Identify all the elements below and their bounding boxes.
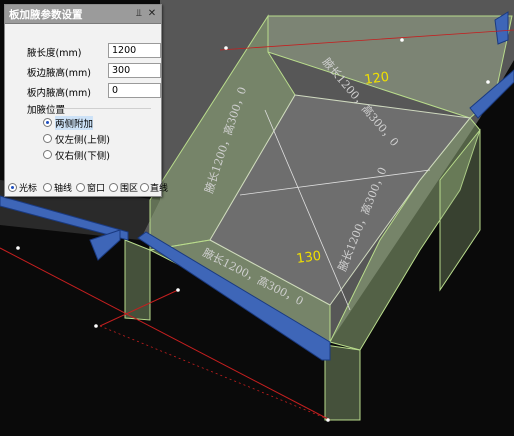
mode-radio-cursor[interactable] bbox=[8, 183, 17, 192]
axis-node bbox=[326, 418, 330, 422]
axis-node bbox=[486, 80, 490, 84]
radio-both-sides-label[interactable]: 两侧附加 bbox=[55, 116, 94, 130]
radio-right-side[interactable] bbox=[43, 150, 52, 159]
radio-both-sides[interactable] bbox=[43, 118, 52, 127]
close-icon[interactable]: ✕ bbox=[146, 7, 158, 20]
radio-left-side-label[interactable]: 仅左侧(上侧) bbox=[55, 132, 110, 146]
group-divider bbox=[49, 108, 151, 109]
haunch-settings-panel: 板加腋参数设置 ⫫ ✕ 腋长度(mm) 板边腋高(mm) 板内腋高(mm) 加腋… bbox=[4, 4, 168, 197]
mode-label-cursor[interactable]: 光标 bbox=[19, 181, 37, 194]
mode-label-window[interactable]: 窗口 bbox=[87, 181, 105, 194]
panel-title: 板加腋参数设置 bbox=[9, 9, 83, 21]
axis-node bbox=[224, 46, 228, 50]
edge-haunch-height-label: 板边腋高(mm) bbox=[27, 68, 91, 79]
panel-titlebar[interactable]: 板加腋参数设置 ⫫ ✕ bbox=[5, 5, 161, 24]
pin-icon[interactable]: ⫫ bbox=[133, 7, 145, 20]
axis-node bbox=[176, 288, 180, 292]
mode-radio-window[interactable] bbox=[76, 183, 85, 192]
axis-node bbox=[16, 246, 20, 250]
mode-label-axis[interactable]: 轴线 bbox=[54, 181, 72, 194]
axis-node bbox=[400, 38, 404, 42]
haunch-length-label: 腋长度(mm) bbox=[27, 48, 82, 59]
mode-radio-axis[interactable] bbox=[43, 183, 52, 192]
mode-radio-fence[interactable] bbox=[109, 183, 118, 192]
radio-left-side[interactable] bbox=[43, 134, 52, 143]
inner-haunch-height-input[interactable] bbox=[108, 83, 161, 98]
edge-haunch-height-input[interactable] bbox=[108, 63, 161, 78]
radio-right-side-label[interactable]: 仅右侧(下侧) bbox=[55, 148, 110, 162]
haunch-length-input[interactable] bbox=[108, 43, 161, 58]
inner-haunch-height-label: 板内腋高(mm) bbox=[27, 88, 91, 99]
haunch-position-group-title: 加腋位置 bbox=[27, 105, 66, 116]
axis-node bbox=[94, 324, 98, 328]
mode-label-fence[interactable]: 围区 bbox=[120, 181, 138, 194]
mode-radio-line[interactable] bbox=[140, 183, 149, 192]
mode-label-line[interactable]: 直线 bbox=[150, 181, 168, 194]
haunch-side-left bbox=[124, 239, 151, 321]
